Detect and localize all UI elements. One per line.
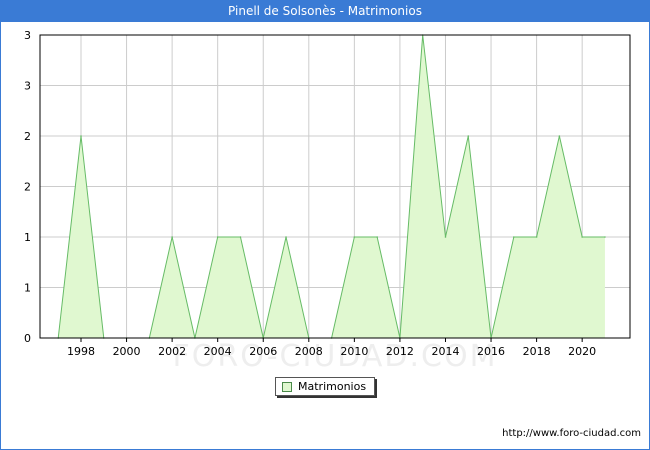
data-point bbox=[513, 236, 515, 238]
y-tick-label: 3 bbox=[24, 29, 31, 42]
data-point bbox=[376, 236, 378, 238]
x-tick-label: 2004 bbox=[204, 345, 232, 358]
x-tick-label: 2002 bbox=[158, 345, 186, 358]
x-tick-label: 2018 bbox=[523, 345, 551, 358]
x-tick-label: 2016 bbox=[477, 345, 505, 358]
x-tick-label: 2008 bbox=[295, 345, 323, 358]
y-tick-label: 2 bbox=[24, 130, 31, 143]
x-tick-label: 2020 bbox=[568, 345, 596, 358]
x-tick-label: 2006 bbox=[249, 345, 277, 358]
x-tick-label: 2012 bbox=[386, 345, 414, 358]
legend: Matrimonios bbox=[275, 377, 375, 396]
data-point bbox=[535, 236, 538, 238]
data-point bbox=[581, 236, 583, 238]
y-tick-label: 3 bbox=[24, 80, 31, 93]
x-tick-label: 1998 bbox=[67, 345, 95, 358]
data-point bbox=[80, 135, 82, 137]
x-tick-label: 2014 bbox=[431, 345, 459, 358]
legend-swatch bbox=[282, 382, 292, 392]
y-tick-label: 2 bbox=[24, 181, 31, 194]
data-point bbox=[353, 236, 356, 238]
data-point bbox=[285, 236, 287, 238]
data-point bbox=[604, 236, 606, 238]
x-tick-label: 2000 bbox=[113, 345, 141, 358]
data-point bbox=[558, 135, 561, 137]
data-point bbox=[171, 236, 173, 238]
y-tick-label: 1 bbox=[24, 282, 31, 295]
data-point bbox=[444, 236, 447, 238]
source-url: http://www.foro-ciudad.com bbox=[502, 428, 641, 439]
x-tick-label: 2010 bbox=[340, 345, 368, 358]
data-point bbox=[467, 135, 470, 137]
legend-label: Matrimonios bbox=[298, 380, 367, 393]
y-tick-label: 1 bbox=[24, 231, 31, 244]
data-point bbox=[239, 236, 242, 238]
data-point bbox=[216, 236, 219, 238]
y-tick-label: 0 bbox=[24, 332, 31, 345]
